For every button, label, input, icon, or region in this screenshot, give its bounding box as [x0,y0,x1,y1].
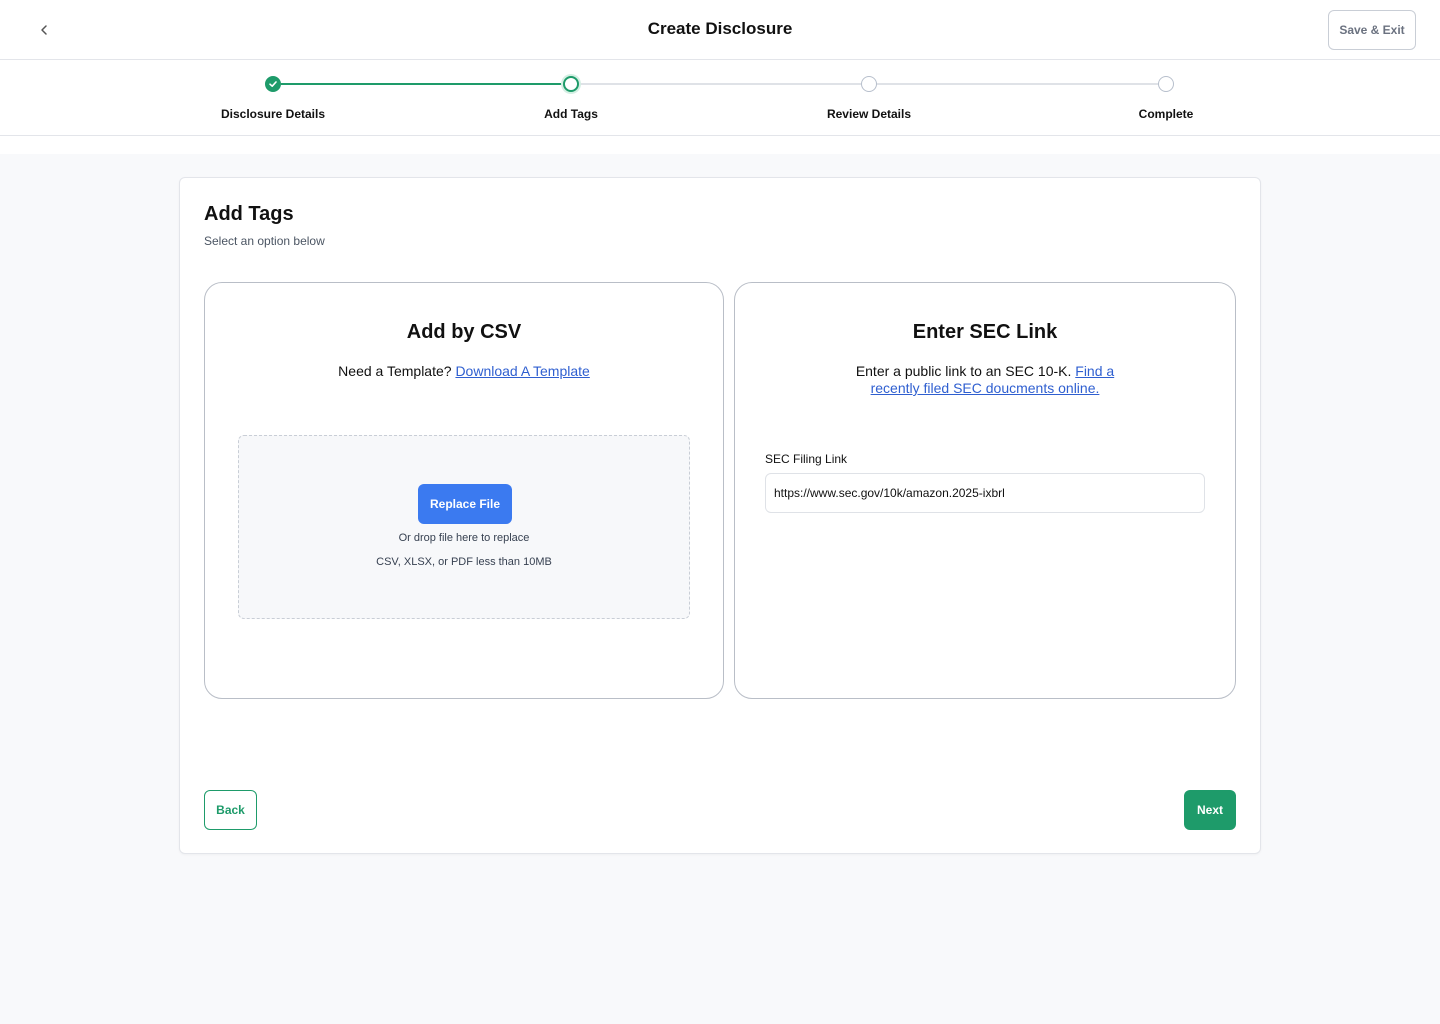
step-label-complete: Complete [1138,107,1194,121]
sec-link-prompt: Enter a public link to an SEC 10-K. Find… [840,363,1130,397]
step-label-review-details: Review Details [826,107,912,121]
add-tags-card: Add Tags Select an option below Add by C… [179,177,1261,854]
step-label-add-tags: Add Tags [544,107,598,121]
step-upcoming-dot [1158,76,1174,92]
top-bar: Create Disclosure Save & Exit [0,0,1440,60]
save-exit-button[interactable]: Save & Exit [1328,10,1416,50]
csv-option-title: Add by CSV [406,321,522,343]
step-upcoming-dot [861,76,877,92]
sec-option-title: Enter SEC Link [912,321,1058,343]
sec-prompt-text: Enter a public link to an SEC 10-K. [855,363,1072,379]
sec-filing-link-label: SEC Filing Link [765,452,848,466]
step-connector [877,83,1158,85]
sec-link-option-panel[interactable]: Enter SEC Link Enter a public link to an… [734,282,1236,699]
replace-file-button[interactable]: Replace File [418,484,512,524]
file-types-text: CSV, XLSX, or PDF less than 10MB [376,556,552,568]
step-connector [281,83,563,85]
progress-stepper: Disclosure Details Add Tags Review Detai… [0,60,1440,136]
template-prompt-text: Need a Template? [338,363,452,379]
csv-template-prompt: Need a Template? Download A Template [245,363,683,380]
step-label-disclosure-details: Disclosure Details [220,107,326,121]
card-title: Add Tags [204,203,294,225]
download-template-link[interactable]: Download A Template [455,363,589,379]
step-complete-check-icon [265,76,281,92]
divider-strip [0,136,1440,154]
next-button[interactable]: Next [1184,790,1236,830]
step-connector [579,83,861,85]
page-title: Create Disclosure [647,19,793,38]
csv-option-panel[interactable]: Add by CSV Need a Template? Download A T… [204,282,724,699]
card-subtitle: Select an option below [204,234,325,248]
sec-filing-link-input[interactable] [765,473,1205,513]
file-dropzone[interactable]: Replace File Or drop file here to replac… [238,435,690,619]
back-button[interactable]: Back [204,790,257,830]
drop-hint-text: Or drop file here to replace [398,532,530,544]
step-current-dot [563,76,579,92]
